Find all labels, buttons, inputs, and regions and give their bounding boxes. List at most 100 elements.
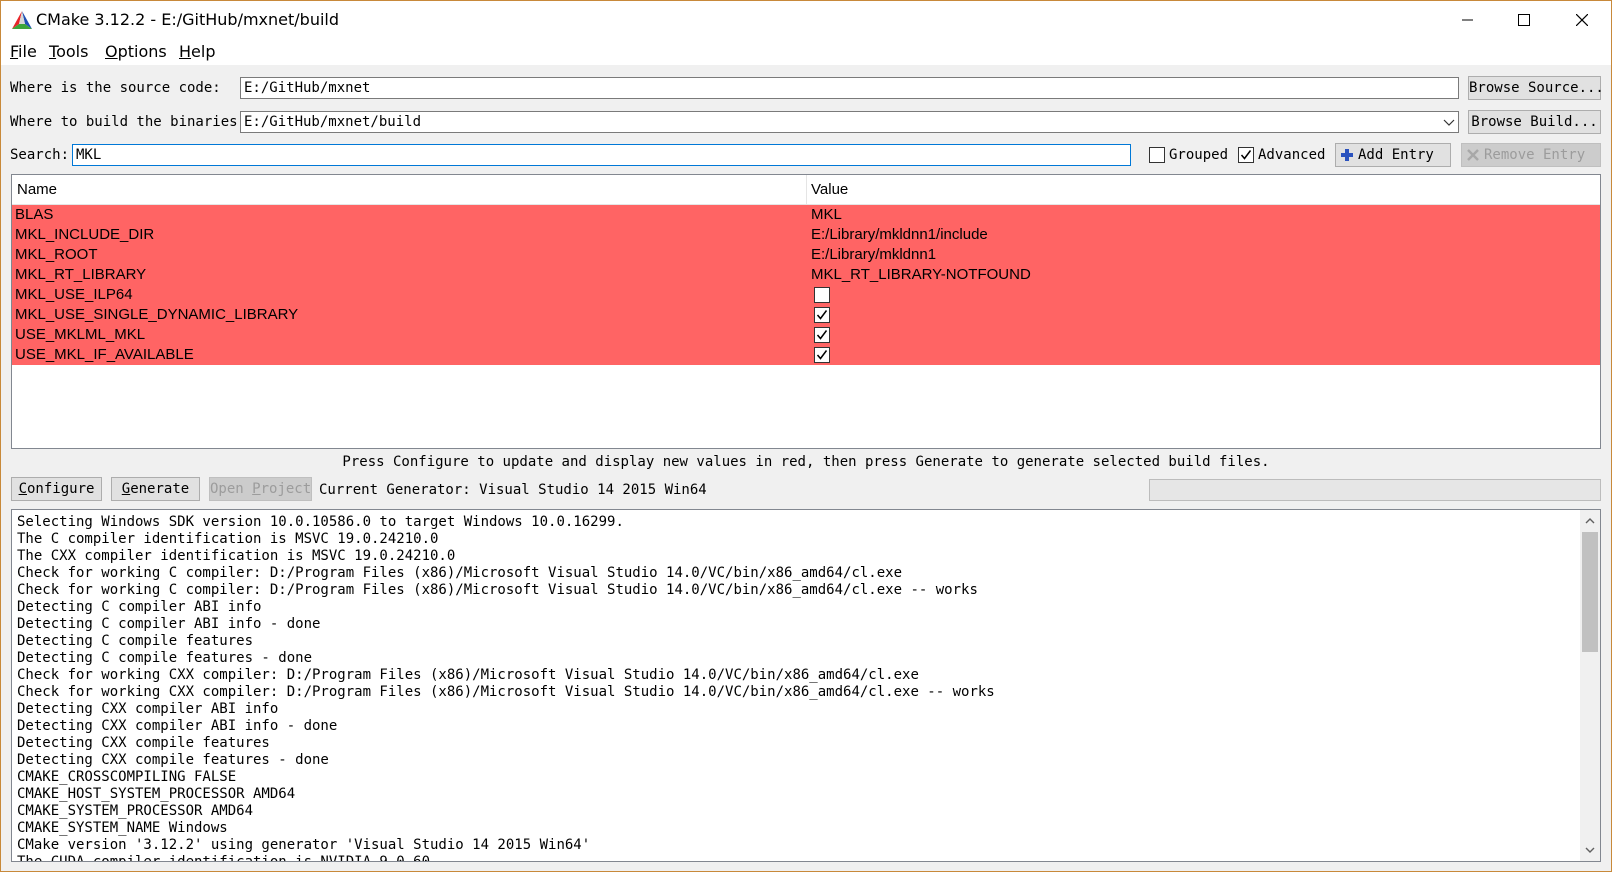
checkmark-icon [816,310,828,320]
browse-build-button[interactable]: Browse Build... [1468,110,1601,134]
chevron-down-icon[interactable] [1442,115,1456,129]
log-line: Check for working C compiler: D:/Program… [17,582,978,598]
build-path-combobox[interactable]: E:/GitHub/mxnet/build [240,111,1459,133]
log-line: Detecting CXX compiler ABI info [17,701,279,717]
search-label: Search: [10,147,70,163]
table-header: Name Value [12,175,1600,205]
minimize-icon [1462,19,1473,21]
checkmark-icon [816,350,828,360]
column-divider[interactable] [806,175,807,205]
table-row[interactable]: USE_MKLML_MKL [12,325,1600,345]
log-line: CMake version '3.12.2' using generator '… [17,837,591,853]
row-name: MKL_INCLUDE_DIR [15,226,155,243]
menu-options[interactable]: Options [105,42,167,61]
plus-icon [1341,149,1353,161]
log-line: The CXX compiler identification is MSVC … [17,548,456,564]
row-value[interactable]: MKL [811,206,842,223]
log-line: Detecting CXX compile features [17,735,270,751]
log-line: Check for working C compiler: D:/Program… [17,565,903,581]
build-path-value: E:/GitHub/mxnet/build [244,114,422,130]
row-value-checkbox[interactable] [814,307,830,323]
hint-text: Press Configure to update and display ne… [342,454,1270,470]
checkmark-icon [1240,150,1252,160]
log-line: Check for working CXX compiler: D:/Progr… [17,667,919,683]
scroll-thumb[interactable] [1582,532,1598,652]
menu-bar: File Tools Options Help [1,39,1611,65]
row-name: MKL_ROOT [15,246,98,263]
row-name: MKL_USE_ILP64 [15,286,133,303]
log-line: CMAKE_SYSTEM_PROCESSOR AMD64 [17,803,254,819]
menu-tools[interactable]: Tools [49,42,88,61]
search-input[interactable]: MKL [72,144,1131,166]
log-line: Detecting CXX compiler ABI info - done [17,718,338,734]
log-line: Detecting C compile features [17,633,254,649]
row-name: BLAS [15,206,54,223]
row-value[interactable]: MKL_RT_LIBRARY-NOTFOUND [811,266,1031,283]
title-bar[interactable]: CMake 3.12.2 - E:/GitHub/mxnet/build [1,1,1611,39]
log-line: CMAKE_SYSTEM_NAME Windows [17,820,228,836]
open-project-button[interactable]: Open Project [209,477,312,501]
log-line: Selecting Windows SDK version 10.0.10586… [17,514,624,530]
table-row[interactable]: MKL_USE_SINGLE_DYNAMIC_LIBRARY [12,305,1600,325]
log-line: Detecting CXX compile features - done [17,752,329,768]
row-name: USE_MKLML_MKL [15,326,146,343]
table-row[interactable]: MKL_INCLUDE_DIR E:/Library/mkldnn1/inclu… [12,225,1600,245]
chevron-up-icon [1585,518,1595,524]
maximize-icon [1518,14,1530,26]
log-line: CMAKE_CROSSCOMPILING FALSE [17,769,237,785]
close-button[interactable] [1553,1,1611,39]
browse-source-button[interactable]: Browse Source... [1468,76,1604,100]
checkmark-icon [816,330,828,340]
column-header-name[interactable]: Name [17,181,57,198]
maximize-button[interactable] [1495,1,1553,39]
chevron-down-icon [1585,847,1595,853]
column-header-value[interactable]: Value [811,181,848,198]
source-path-field[interactable]: E:/GitHub/mxnet [240,77,1459,99]
log-line: Check for working CXX compiler: D:/Progr… [17,684,995,700]
cmake-logo-icon [12,11,32,29]
cache-table[interactable]: Name Value BLAS MKL MKL_INCLUDE_DIR E:/L… [11,174,1601,449]
table-row[interactable]: BLAS MKL [12,205,1600,225]
log-line: The C compiler identification is MSVC 19… [17,531,439,547]
grouped-checkbox[interactable] [1149,147,1165,163]
scroll-up-arrow[interactable] [1580,512,1600,530]
table-row[interactable]: MKL_RT_LIBRARY MKL_RT_LIBRARY-NOTFOUND [12,265,1600,285]
log-line: Detecting C compile features - done [17,650,313,666]
table-row[interactable]: MKL_ROOT E:/Library/mkldnn1 [12,245,1600,265]
menu-file[interactable]: File [10,42,37,61]
advanced-label: Advanced [1258,147,1326,163]
grouped-label: Grouped [1169,147,1229,163]
log-line: The CUDA compiler identification is NVID… [17,854,431,862]
row-value-checkbox[interactable] [814,327,830,343]
row-value-checkbox[interactable] [814,347,830,363]
log-line: Detecting C compiler ABI info [17,599,262,615]
progress-bar [1149,479,1601,501]
row-name: USE_MKL_IF_AVAILABLE [15,346,194,363]
log-lines: Selecting Windows SDK version 10.0.10586… [17,514,1577,862]
table-row[interactable]: MKL_USE_ILP64 [12,285,1600,305]
source-label: Where is the source code: [10,80,221,96]
generate-button[interactable]: Generate [111,477,200,501]
scroll-down-arrow[interactable] [1580,841,1600,859]
row-value-checkbox[interactable] [814,287,830,303]
configure-button[interactable]: Configure [11,477,102,501]
table-row[interactable]: USE_MKL_IF_AVAILABLE [12,345,1600,365]
minimize-button[interactable] [1439,1,1497,39]
menu-help[interactable]: Help [179,42,215,61]
output-log[interactable]: Selecting Windows SDK version 10.0.10586… [11,509,1601,862]
window-title: CMake 3.12.2 - E:/GitHub/mxnet/build [36,10,340,29]
row-name: MKL_USE_SINGLE_DYNAMIC_LIBRARY [15,306,299,323]
row-value[interactable]: E:/Library/mkldnn1/include [811,226,988,243]
row-value[interactable]: E:/Library/mkldnn1 [811,246,936,263]
advanced-checkbox[interactable] [1238,147,1254,163]
output-scrollbar[interactable] [1580,510,1600,861]
cmake-window: CMake 3.12.2 - E:/GitHub/mxnet/build Fil… [0,0,1612,872]
current-generator-label: Current Generator: Visual Studio 14 2015… [319,482,707,498]
row-name: MKL_RT_LIBRARY [15,266,147,283]
remove-entry-button[interactable]: Remove Entry [1461,143,1601,167]
close-icon [1576,14,1588,26]
add-entry-button[interactable]: Add Entry [1335,143,1451,167]
log-line: Detecting C compiler ABI info - done [17,616,321,632]
remove-icon [1467,149,1479,161]
log-line: CMAKE_HOST_SYSTEM_PROCESSOR AMD64 [17,786,296,802]
